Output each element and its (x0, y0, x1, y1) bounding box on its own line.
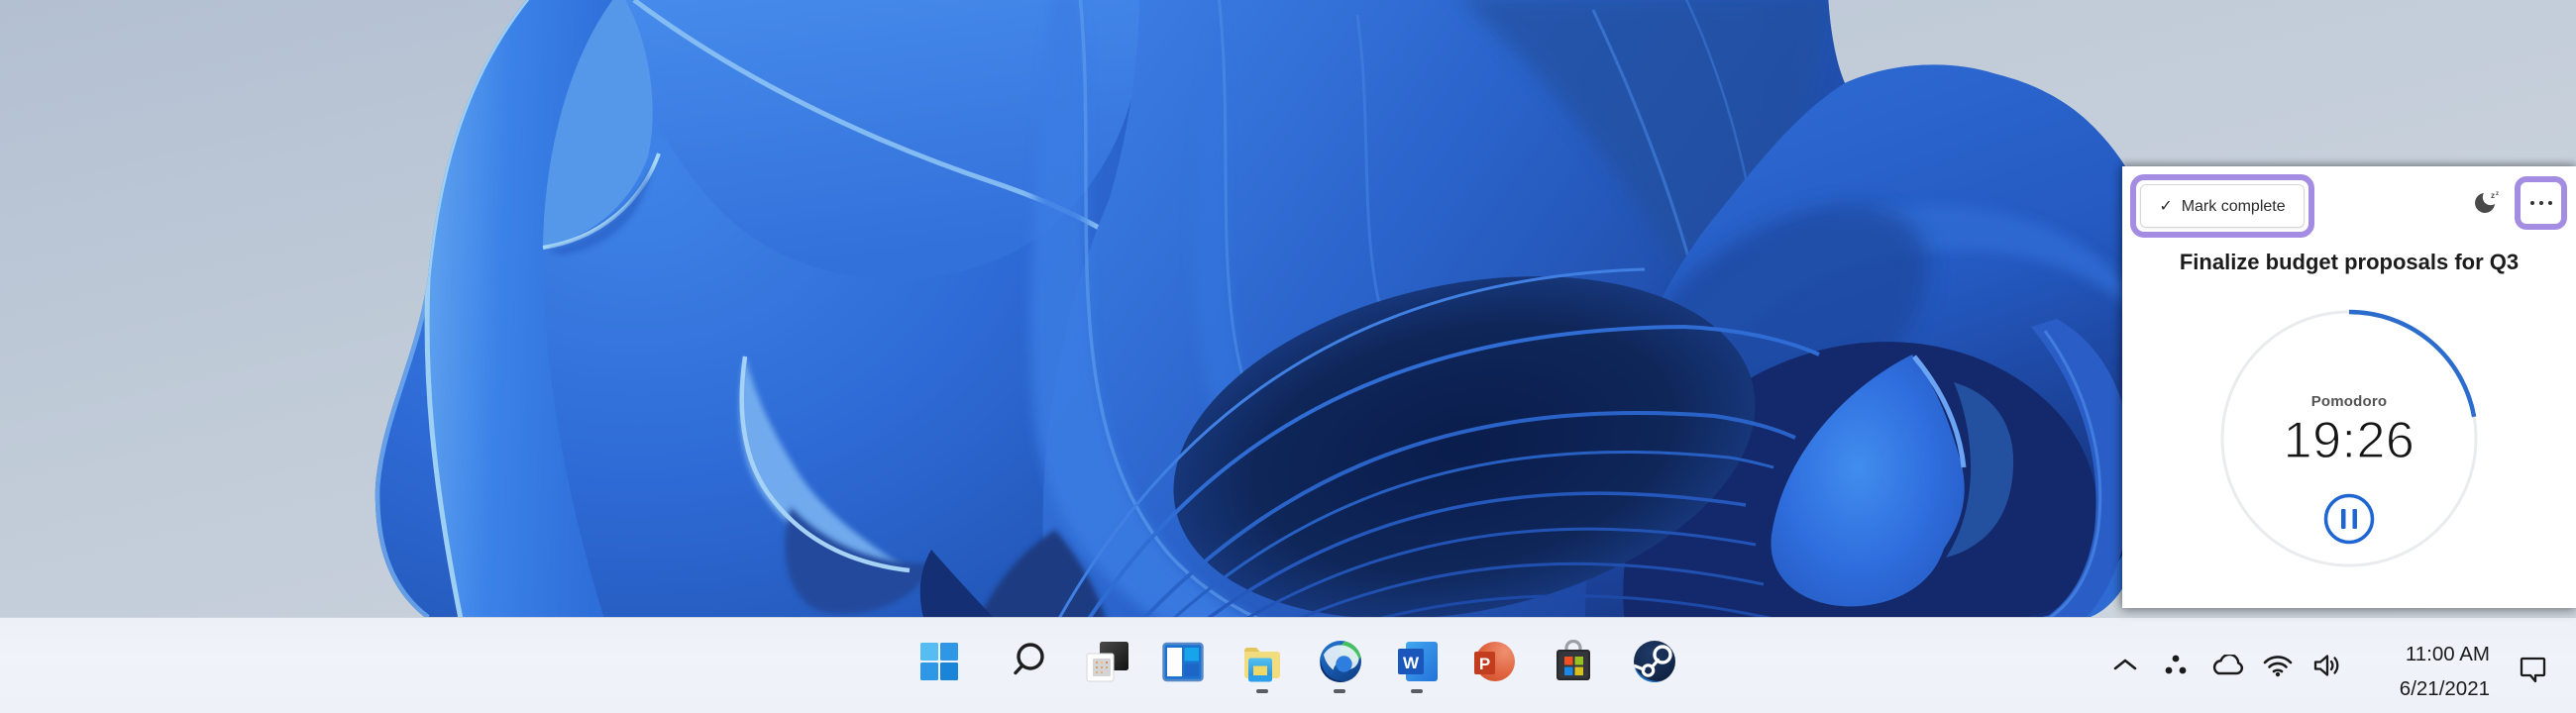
svg-text:z: z (2496, 191, 2499, 197)
svg-text:z: z (2491, 191, 2495, 200)
svg-text:P: P (1479, 655, 1490, 673)
svg-text:W: W (1403, 654, 1420, 672)
